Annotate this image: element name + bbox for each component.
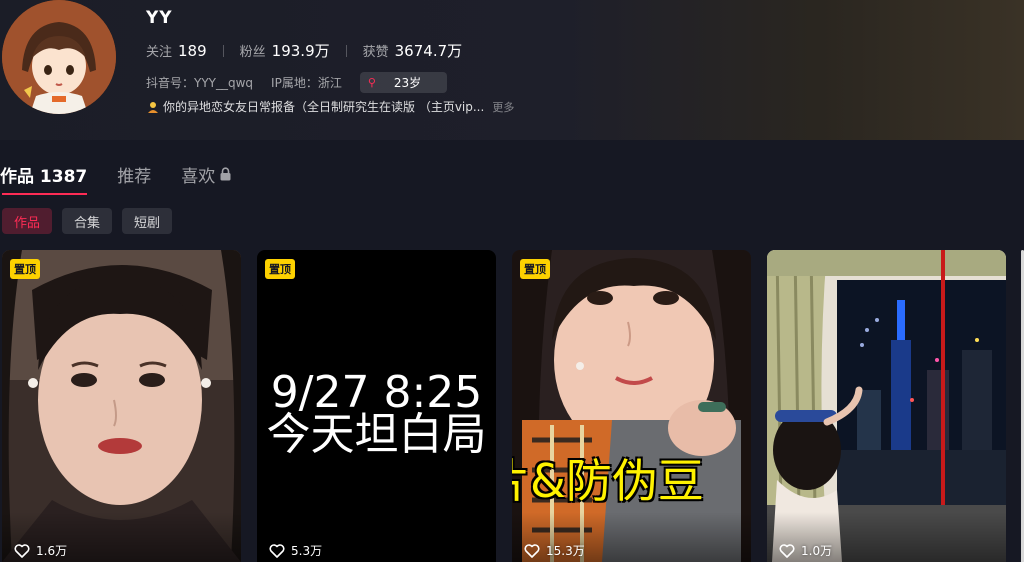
like-count: 1.6万 [14, 542, 67, 559]
profile-meta: 抖音号：YYY__qwq IP属地：浙江 ⚲ 23岁 [146, 72, 448, 93]
avatar-illustration [2, 0, 116, 114]
like-count: 15.3万 [524, 542, 585, 559]
like-count-value: 5.3万 [291, 544, 323, 558]
ip-location: IP属地：浙江 [271, 76, 342, 90]
tab-works[interactable]: 作品 1387 [0, 155, 88, 195]
like-count: 1.0万 [779, 542, 832, 559]
following-label[interactable]: 关注 [146, 41, 172, 60]
bio-more-link[interactable]: 更多 [492, 99, 514, 115]
tab-likes-label: 喜欢 [181, 166, 216, 187]
divider [345, 44, 347, 57]
heart-icon [269, 543, 285, 558]
douyin-id: 抖音号：YYY__qwq [146, 76, 254, 90]
avatar[interactable] [2, 0, 116, 114]
profile-stats: 关注 189 粉丝 193.9万 获赞 3674.7万 [146, 40, 462, 61]
username: YY [146, 8, 173, 28]
chip-works[interactable]: 作品 [2, 208, 53, 234]
female-icon: ⚲ [367, 76, 376, 89]
tab-works-label: 作品 1387 [0, 166, 88, 187]
heart-icon [779, 543, 795, 558]
like-count-value: 1.0万 [801, 544, 833, 558]
video-card[interactable]: 9/27 8:25 今天坦白局 置顶 5.3万 [257, 250, 496, 562]
tab-recommend[interactable]: 推荐 [117, 155, 151, 193]
pinned-badge: 置顶 [265, 259, 295, 279]
like-count: 5.3万 [269, 542, 322, 559]
video-card[interactable]: 片&防伪豆 置顶 15.3万 [512, 250, 751, 562]
likes-count: 3674.7万 [394, 42, 463, 60]
lock-icon [220, 167, 231, 181]
video-grid: 置顶 1.6万 9/27 8:25 今天坦白局 置顶 5.3万 &防伪豆 置顶 … [2, 250, 1024, 562]
video-card[interactable]: 1.0万 [767, 250, 1006, 562]
likes-label: 获赞 [362, 45, 389, 60]
divider [222, 44, 224, 57]
pinned-badge: 置顶 [520, 259, 550, 279]
pinned-badge: 置顶 [10, 259, 40, 279]
chip-collections[interactable]: 合集 [62, 208, 113, 234]
like-count-value: 1.6万 [36, 544, 68, 558]
bio-text: 你的异地恋女友日常报备（全日制研究生在读版 （主页vip... [163, 100, 485, 114]
filter-chips: 作品 合集 短剧 [2, 208, 182, 234]
heart-icon [524, 543, 540, 558]
tab-likes[interactable]: 喜欢 [181, 155, 232, 193]
following-count[interactable]: 189 [178, 42, 207, 60]
profile-bio: 你的异地恋女友日常报备（全日制研究生在读版 （主页vip... 更多 [146, 98, 514, 115]
person-emoji-icon [148, 101, 158, 113]
age-label: 23岁 [393, 76, 422, 90]
tab-recommend-label: 推荐 [117, 166, 152, 187]
profile-tabs: 作品 1387 推荐 喜欢 [0, 155, 262, 195]
video-card[interactable]: 置顶 1.6万 [2, 250, 241, 562]
profile-header: YY 关注 189 粉丝 193.9万 获赞 3674.7万 抖音号：YYY__… [0, 0, 1024, 140]
video-overlay-text: 片&防伪豆 [512, 454, 704, 508]
like-count-value: 15.3万 [546, 544, 585, 558]
age-badge: ⚲ 23岁 [359, 72, 448, 93]
followers-count[interactable]: 193.9万 [272, 40, 330, 61]
heart-icon [14, 543, 30, 558]
chip-short-drama[interactable]: 短剧 [122, 208, 173, 234]
followers-label[interactable]: 粉丝 [240, 41, 266, 60]
video-overlay-line2: 今天坦白局 [266, 409, 487, 460]
